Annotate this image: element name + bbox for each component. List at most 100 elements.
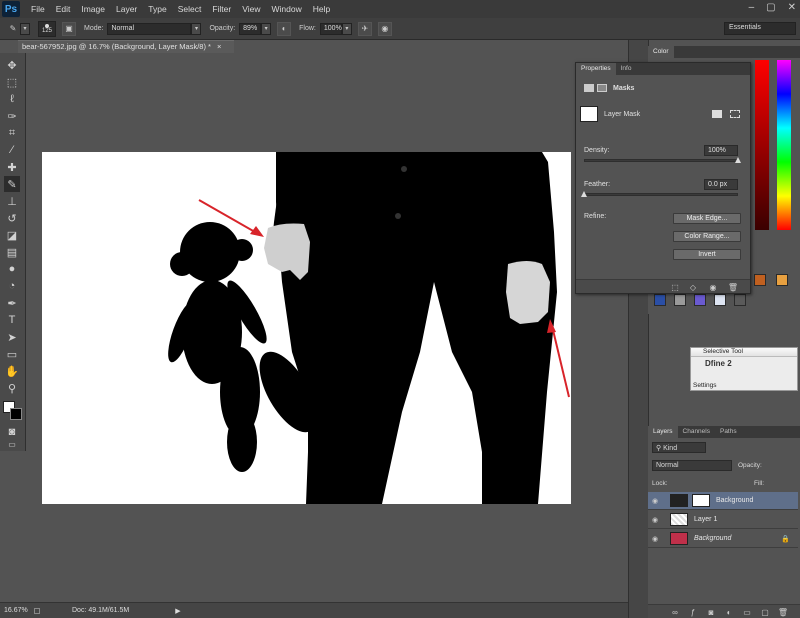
rectangle-tool-icon[interactable]: ▭ bbox=[4, 346, 20, 362]
maximize-button[interactable]: ▢ bbox=[766, 2, 775, 13]
workspace-switcher[interactable]: Essentials bbox=[724, 22, 796, 35]
pixel-mask-icon[interactable] bbox=[584, 84, 594, 92]
mode-dropdown-arrow[interactable]: ▾ bbox=[191, 22, 202, 35]
zoom-tool-icon[interactable]: ⚲ bbox=[4, 380, 20, 396]
opacity-input[interactable]: 89% bbox=[239, 22, 262, 35]
hand-tool-icon[interactable]: ✋ bbox=[4, 363, 20, 379]
tab-channels[interactable]: Channels bbox=[678, 426, 715, 438]
swatch[interactable] bbox=[754, 274, 766, 286]
history-brush-tool-icon[interactable]: ↺ bbox=[4, 210, 20, 226]
dfine-plugin-button[interactable]: Dfine 2 bbox=[691, 357, 797, 368]
pressure-opacity-icon[interactable]: ◐ bbox=[277, 21, 292, 36]
healing-brush-tool-icon[interactable]: ✚ bbox=[4, 159, 20, 175]
brush-tool-preset-icon[interactable]: ✎ bbox=[6, 22, 20, 36]
apply-mask-footer-icon[interactable]: ◇ bbox=[688, 282, 698, 292]
menu-image[interactable]: Image bbox=[81, 4, 105, 14]
document-tab[interactable]: bear-567952.jpg @ 16.7% (Background, Lay… bbox=[18, 40, 234, 53]
brush-panel-toggle-icon[interactable]: ▣ bbox=[62, 21, 76, 36]
layer-visibility-eye-icon[interactable]: ◉ bbox=[648, 535, 662, 543]
density-input[interactable]: 100% bbox=[704, 145, 738, 156]
layer-mask-thumbnail[interactable] bbox=[692, 494, 710, 507]
tab-color[interactable]: Color bbox=[648, 46, 674, 58]
menu-file[interactable]: File bbox=[31, 4, 45, 14]
tab-layers[interactable]: Layers bbox=[648, 426, 678, 438]
add-mask-icon[interactable]: ◙ bbox=[706, 607, 716, 617]
gradient-tool-icon[interactable]: ▤ bbox=[4, 244, 20, 260]
flow-input[interactable]: 100% bbox=[319, 22, 342, 35]
tab-properties[interactable]: Properties bbox=[576, 63, 616, 75]
close-window-button[interactable]: ✕ bbox=[788, 2, 796, 13]
tool-preset-dropdown[interactable]: ▾ bbox=[20, 22, 30, 35]
menu-filter[interactable]: Filter bbox=[212, 4, 231, 14]
swatch[interactable] bbox=[674, 294, 686, 306]
minimize-button[interactable]: – bbox=[749, 2, 755, 13]
layer-row[interactable]: ◉ Background bbox=[648, 492, 798, 510]
tab-info[interactable]: Info bbox=[616, 63, 637, 75]
mask-edge-button[interactable]: Mask Edge... bbox=[673, 213, 741, 224]
quick-mask-icon[interactable]: ◙ bbox=[4, 424, 20, 440]
menu-type[interactable]: Type bbox=[148, 4, 166, 14]
document-canvas[interactable] bbox=[42, 152, 571, 504]
pen-tool-icon[interactable]: ✒ bbox=[4, 295, 20, 311]
screen-mode-icon[interactable]: ▭ bbox=[4, 439, 20, 449]
feather-slider-thumb[interactable] bbox=[581, 190, 587, 197]
feather-input[interactable]: 0.0 px bbox=[704, 179, 738, 190]
eyedropper-tool-icon[interactable]: ⁄ bbox=[4, 142, 20, 158]
swatch[interactable] bbox=[694, 294, 706, 306]
invert-button[interactable]: Invert bbox=[673, 249, 741, 260]
selective-tool-title[interactable]: Selective Tool bbox=[691, 348, 797, 357]
new-group-icon[interactable]: ▭ bbox=[742, 607, 752, 617]
move-tool-icon[interactable]: ✥ bbox=[4, 57, 20, 73]
layer-style-icon[interactable]: ƒ bbox=[688, 607, 698, 617]
layer-filter-kind[interactable]: ⚲ Kind bbox=[652, 442, 706, 453]
zoom-level-field[interactable]: 16.67% bbox=[4, 607, 28, 614]
delete-layer-icon[interactable]: 🗑 bbox=[778, 607, 788, 617]
background-color-swatch[interactable] bbox=[10, 408, 22, 420]
color-range-button[interactable]: Color Range... bbox=[673, 231, 741, 242]
opacity-dropdown-arrow[interactable]: ▾ bbox=[261, 22, 272, 35]
eraser-tool-icon[interactable]: ◪ bbox=[4, 227, 20, 243]
crop-tool-icon[interactable]: ⌗ bbox=[4, 125, 20, 141]
visibility-eye-icon[interactable]: ◉ bbox=[708, 282, 718, 292]
selective-settings-button[interactable]: Settings bbox=[693, 382, 717, 389]
layer-visibility-eye-icon[interactable]: ◉ bbox=[648, 497, 662, 505]
menu-select[interactable]: Select bbox=[178, 4, 202, 14]
menu-edit[interactable]: Edit bbox=[56, 4, 71, 14]
density-slider[interactable] bbox=[584, 159, 738, 162]
swatch[interactable] bbox=[654, 294, 666, 306]
airbrush-icon[interactable]: ✈ bbox=[357, 21, 372, 36]
menu-help[interactable]: Help bbox=[313, 4, 330, 14]
link-layers-icon[interactable]: ∞ bbox=[670, 607, 680, 617]
feather-slider[interactable] bbox=[584, 193, 738, 196]
swatch[interactable] bbox=[776, 274, 788, 286]
layer-row[interactable]: ◉ Background 🔒 bbox=[648, 530, 798, 548]
status-export-icon[interactable] bbox=[34, 607, 40, 614]
menu-view[interactable]: View bbox=[242, 4, 260, 14]
layer-row[interactable]: ◉ Layer 1 bbox=[648, 511, 798, 529]
layer-visibility-eye-icon[interactable]: ◉ bbox=[648, 516, 662, 524]
load-selection-icon[interactable]: ⬚ bbox=[670, 282, 680, 292]
apply-mask-icon[interactable] bbox=[730, 110, 740, 118]
close-document-icon[interactable]: × bbox=[217, 42, 221, 51]
swatch[interactable] bbox=[734, 294, 746, 306]
lasso-tool-icon[interactable]: ℓ bbox=[4, 91, 20, 107]
density-slider-thumb[interactable] bbox=[735, 156, 741, 163]
color-spectrum-bars[interactable] bbox=[751, 60, 795, 238]
dodge-tool-icon[interactable]: ◔ bbox=[4, 278, 20, 294]
new-layer-icon[interactable]: ▢ bbox=[760, 607, 770, 617]
blend-mode-select[interactable]: Normal bbox=[652, 460, 732, 471]
clone-stamp-tool-icon[interactable]: ⊥ bbox=[4, 193, 20, 209]
blur-tool-icon[interactable]: ● bbox=[4, 261, 20, 277]
adjustment-layer-icon[interactable]: ◐ bbox=[724, 607, 734, 617]
delete-mask-icon[interactable]: 🗑 bbox=[728, 282, 738, 292]
vector-mask-icon[interactable] bbox=[597, 84, 607, 92]
menu-window[interactable]: Window bbox=[271, 4, 301, 14]
status-menu-arrow[interactable]: ▶ bbox=[175, 607, 180, 615]
quick-selection-tool-icon[interactable]: ✑ bbox=[4, 108, 20, 124]
menu-layer[interactable]: Layer bbox=[116, 4, 137, 14]
mode-select[interactable]: Normal bbox=[107, 22, 192, 35]
brush-preset-picker[interactable]: 125 bbox=[38, 20, 56, 37]
flow-dropdown-arrow[interactable]: ▾ bbox=[341, 22, 352, 35]
swatch[interactable] bbox=[714, 294, 726, 306]
tab-paths[interactable]: Paths bbox=[715, 426, 742, 438]
